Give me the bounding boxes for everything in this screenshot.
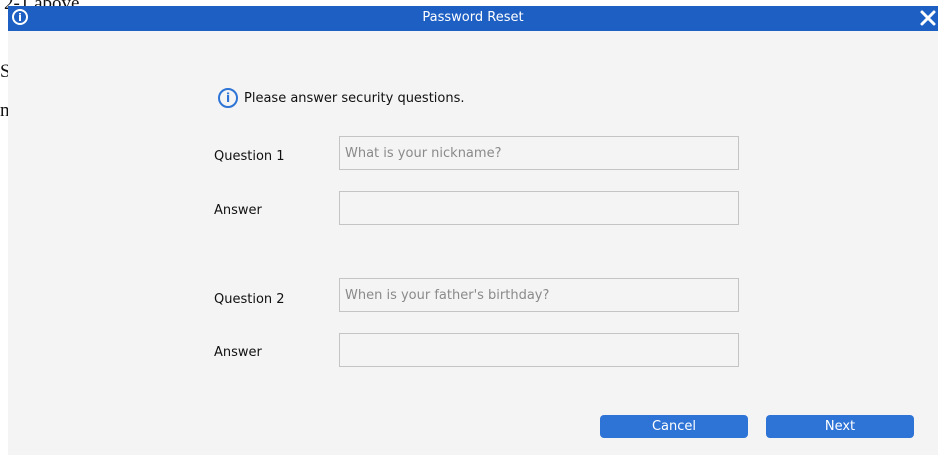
answer-2-field[interactable] <box>339 333 739 367</box>
cancel-button[interactable]: Cancel <box>600 415 748 438</box>
close-icon[interactable] <box>918 8 938 28</box>
dialog-titlebar[interactable]: i Password Reset <box>8 6 938 31</box>
info-message-text: Please answer security questions. <box>244 90 465 106</box>
question-1-field[interactable] <box>339 136 739 170</box>
answer-1-label: Answer <box>214 203 262 218</box>
dialog-title: Password Reset <box>422 10 524 25</box>
question-2-label: Question 2 <box>214 292 285 307</box>
answer-2-label: Answer <box>214 345 262 360</box>
next-button[interactable]: Next <box>766 415 914 438</box>
screen: 2-1 above. St n i Password Reset i Pleas… <box>0 0 938 455</box>
info-message: i Please answer security questions. <box>218 88 465 108</box>
question-1-label: Question 1 <box>214 149 285 164</box>
question-2-field[interactable] <box>339 278 739 312</box>
info-icon: i <box>218 88 238 108</box>
answer-1-field[interactable] <box>339 191 739 225</box>
password-reset-dialog: i Password Reset i Please answer securit… <box>8 6 938 455</box>
